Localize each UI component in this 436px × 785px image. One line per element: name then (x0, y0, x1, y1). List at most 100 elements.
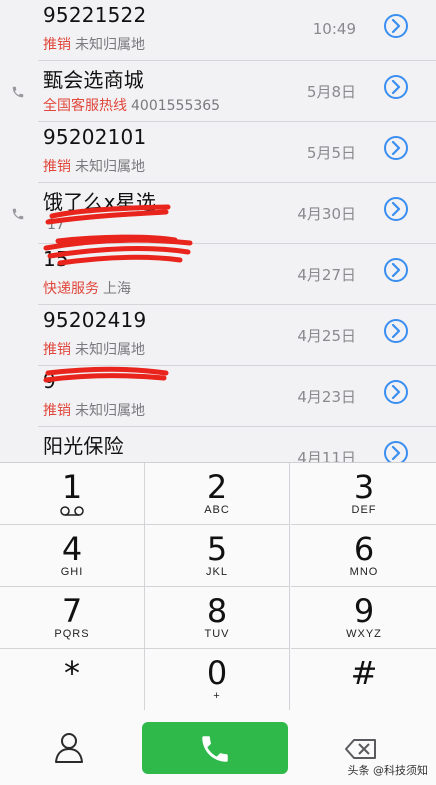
call-log-row[interactable]: 95202101 推销 未知归属地 5月5日 (0, 122, 436, 183)
call-button[interactable] (142, 722, 288, 774)
info-button[interactable] (384, 258, 408, 282)
caller-location: 4001555365 (131, 98, 221, 114)
caller-label: 快递服务 上海 (43, 278, 131, 298)
watermark: 头条 @科技须知 (347, 764, 429, 777)
key-letters: DEF (351, 504, 377, 516)
keypad-key[interactable]: 6 MNO (291, 525, 436, 587)
caller-tag: 推销 (43, 159, 71, 175)
key-digit: 0 (206, 654, 228, 692)
key-digit: 7 (61, 592, 83, 630)
call-time: 4月23日 (297, 388, 356, 406)
contacts-button[interactable] (52, 730, 86, 764)
call-log-row[interactable]: 阳光保险客服电话955104月11日 (0, 427, 436, 462)
caller-location: 未知归属地 (75, 37, 145, 53)
caller-label: 推销 未知归属地 (43, 339, 145, 359)
info-button[interactable] (384, 319, 408, 343)
caller-label: 全国客服热线 4001555365 (43, 95, 220, 115)
call-time: 4月11日 (297, 449, 356, 462)
info-button[interactable] (384, 136, 408, 160)
key-letters: MNO (349, 566, 379, 578)
delete-button[interactable] (344, 738, 378, 760)
dial-keypad: 1 2 ABC 3 DEF 4 GHI 5 JKL 6 MNO 7 PQRS 8 TUV 9 WXYZ * 0 + # (0, 462, 436, 711)
person-icon (55, 733, 83, 763)
key-digit: * (64, 654, 80, 692)
chevron-right-icon (391, 80, 401, 94)
info-button[interactable] (384, 197, 408, 221)
keypad-key[interactable]: # (291, 649, 436, 711)
caller-location: 未知归属地 (75, 159, 145, 175)
info-button[interactable] (384, 14, 408, 38)
key-letters: + (213, 690, 221, 702)
info-button[interactable] (384, 441, 408, 462)
chevron-right-icon (391, 324, 401, 338)
caller-name: 9 (43, 369, 56, 393)
key-digit: 1 (61, 468, 83, 506)
key-letters: JKL (206, 566, 228, 578)
key-letters: PQRS (54, 628, 90, 640)
caller-tag: 推销 (43, 37, 71, 53)
backspace-icon (345, 739, 376, 759)
call-log-row[interactable]: 饿了么x星选 17 4月30日 (0, 183, 436, 244)
keypad-key[interactable]: * (0, 649, 145, 711)
phone-handset-icon (202, 736, 228, 762)
info-button[interactable] (384, 380, 408, 404)
caller-label: 推销 未知归属地 (43, 156, 145, 176)
caller-label: 推销 未知归属地 (43, 34, 145, 54)
key-letters: ABC (204, 504, 230, 516)
key-digit: 6 (353, 530, 375, 568)
chevron-right-icon (391, 446, 401, 460)
key-digit: 9 (353, 592, 375, 630)
call-log-row[interactable]: 15 快递服务 上海 4月27日 (0, 244, 436, 305)
keypad-key[interactable]: 4 GHI (0, 525, 145, 587)
caller-tag: 全国客服热线 (43, 98, 127, 114)
keypad-key[interactable]: 2 ABC (145, 463, 290, 525)
chevron-right-icon (391, 202, 401, 216)
keypad-key[interactable]: 8 TUV (145, 587, 290, 649)
keypad-key[interactable]: 9 WXYZ (291, 587, 436, 649)
caller-location: 上海 (103, 281, 131, 297)
chevron-right-icon (391, 141, 401, 155)
call-log-list: 95221522 推销 未知归属地 10:49 甄会选商城 全国客服热线 400155536… (0, 0, 436, 462)
keypad-key[interactable]: 1 (0, 463, 145, 525)
caller-name: 饿了么x星选 (43, 190, 157, 214)
caller-name: 阳光保险 (43, 434, 124, 458)
key-digit: 2 (206, 468, 228, 506)
call-log-row[interactable]: 95202419 推销 未知归属地 4月25日 (0, 305, 436, 366)
caller-name: 95221522 (43, 3, 147, 27)
caller-name: 95202419 (43, 308, 147, 332)
dialer-bottom-bar: 头条 @科技须知 (0, 710, 436, 785)
info-button[interactable] (384, 75, 408, 99)
call-log-row[interactable]: 95221522 推销 未知归属地 10:49 (0, 0, 436, 61)
caller-tag: 推销 (43, 403, 71, 419)
chevron-right-icon (391, 19, 401, 33)
key-letters: TUV (204, 628, 230, 640)
voicemail-icon (60, 506, 84, 516)
key-letters: GHI (60, 566, 84, 578)
outgoing-call-icon (12, 86, 24, 98)
keypad-key[interactable]: 5 JKL (145, 525, 290, 587)
key-digit: # (350, 654, 378, 692)
caller-tag: 推销 (43, 342, 71, 358)
call-log-row[interactable]: 9 推销 未知归属地 4月23日 (0, 366, 436, 427)
call-time: 5月5日 (306, 144, 356, 162)
outgoing-call-icon (12, 208, 24, 220)
key-digit: 3 (353, 468, 375, 506)
caller-location: 未知归属地 (75, 403, 145, 419)
caller-location: 未知归属地 (75, 342, 145, 358)
caller-label: 17 (43, 217, 65, 233)
call-log-row[interactable]: 甄会选商城全国客服热线 4001555365 5月8日 (0, 61, 436, 122)
call-time: 10:49 (312, 20, 356, 38)
key-digit: 8 (206, 592, 228, 630)
caller-location: 17 (47, 217, 65, 233)
call-time: 5月8日 (306, 83, 356, 101)
keypad-key[interactable]: 7 PQRS (0, 587, 145, 649)
call-time: 4月25日 (297, 327, 356, 345)
call-time: 4月30日 (297, 205, 356, 223)
keypad-key[interactable]: 0 + (145, 649, 290, 711)
key-letters: WXYZ (346, 628, 382, 640)
caller-tag: 快递服务 (43, 281, 99, 297)
caller-name: 15 (43, 247, 69, 271)
caller-name: 甄会选商城 (43, 68, 144, 92)
key-digit: 4 (61, 530, 83, 568)
keypad-key[interactable]: 3 DEF (291, 463, 436, 525)
